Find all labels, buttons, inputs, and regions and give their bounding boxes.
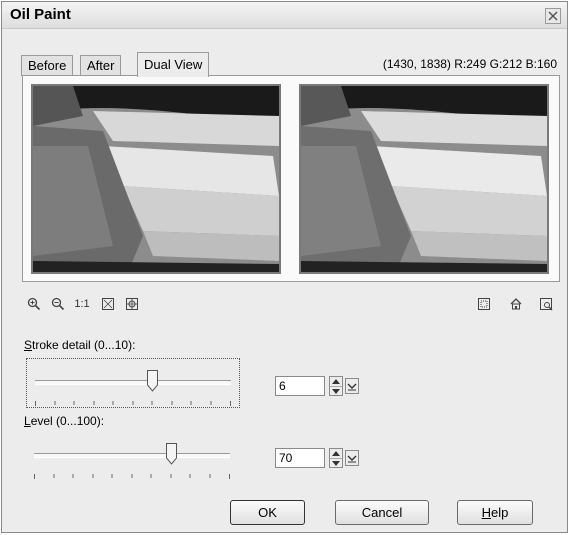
stroke-detail-dropdown-button[interactable]	[345, 378, 359, 394]
before-preview-image[interactable]	[31, 84, 281, 274]
stroke-detail-ticks	[35, 396, 231, 406]
stroke-detail-slider-track[interactable]	[35, 380, 231, 385]
stroke-detail-slider-focus	[26, 358, 240, 408]
ok-button[interactable]: OK	[230, 500, 305, 525]
spin-up-icon[interactable]	[330, 449, 342, 459]
stroke-detail-value: 6	[279, 379, 286, 393]
level-dropdown-button[interactable]	[345, 450, 359, 466]
stroke-detail-label-text: troke detail (0...10):	[32, 338, 136, 352]
dropdown-icon	[347, 383, 357, 391]
level-slider-track[interactable]	[34, 453, 230, 458]
stroke-detail-slider-thumb[interactable]	[147, 370, 159, 392]
zoom-out-button[interactable]	[48, 295, 68, 313]
dropdown-icon	[347, 455, 357, 463]
cancel-button[interactable]: Cancel	[335, 500, 429, 525]
preview-toggle-button[interactable]	[474, 295, 494, 313]
preview-panel	[22, 75, 560, 282]
level-slider	[26, 432, 240, 482]
spin-down-icon[interactable]	[330, 459, 342, 468]
close-button[interactable]	[545, 8, 561, 24]
stroke-detail-value-field[interactable]: 6	[275, 376, 325, 396]
cancel-button-label: Cancel	[361, 505, 403, 520]
level-value: 70	[279, 451, 293, 465]
pixel-readout: (1430, 1838) R:249 G:212 B:160	[382, 57, 557, 71]
after-preview-image[interactable]	[299, 84, 549, 274]
stroke-detail-spinner[interactable]	[329, 376, 343, 396]
tab-before[interactable]: Before	[21, 55, 74, 76]
help-accel: H	[481, 505, 492, 520]
help-button-label: elp	[491, 505, 509, 520]
tab-after[interactable]: After	[80, 55, 122, 76]
tab-dual-view[interactable]: Dual View	[137, 52, 210, 77]
window-title: Oil Paint	[10, 6, 71, 23]
spin-down-icon[interactable]	[330, 387, 342, 396]
level-spinner[interactable]	[329, 448, 343, 468]
zoom-in-icon	[27, 297, 41, 311]
tab-dual-view-label: Dual View	[144, 57, 203, 72]
zoom-actual-size-button[interactable]: 1:1	[72, 295, 92, 313]
help-button[interactable]: Help	[457, 500, 533, 525]
reset-button[interactable]	[506, 295, 526, 313]
level-accel: L	[24, 414, 31, 428]
ok-button-label: OK	[258, 505, 277, 520]
proof-icon	[540, 298, 553, 311]
proof-button[interactable]	[536, 295, 556, 313]
pan-icon	[126, 298, 138, 310]
oil-paint-dialog: Oil Paint Before After Dual View (1430, …	[1, 1, 568, 533]
level-slider-thumb[interactable]	[165, 443, 177, 465]
pan-button[interactable]	[122, 295, 142, 313]
stroke-detail-accel: S	[24, 338, 33, 352]
fit-window-button[interactable]	[98, 295, 118, 313]
close-icon	[548, 11, 558, 21]
zoom-in-button[interactable]	[24, 295, 44, 313]
spin-up-icon[interactable]	[330, 377, 342, 387]
one-to-one-label: 1:1	[74, 298, 90, 310]
level-value-field[interactable]: 70	[275, 448, 325, 468]
title-bar: Oil Paint	[2, 2, 567, 29]
fit-window-icon	[102, 298, 114, 310]
tab-before-label: Before	[28, 58, 67, 73]
level-label: Level (0...100):	[24, 414, 104, 428]
level-label-text: evel (0...100):	[30, 414, 105, 428]
stroke-detail-label: Stroke detail (0...10):	[24, 338, 135, 352]
zoom-out-icon	[51, 297, 65, 311]
reset-icon	[510, 298, 522, 310]
tab-after-label: After	[87, 58, 115, 73]
level-ticks	[34, 469, 230, 479]
preview-icon	[478, 298, 490, 310]
